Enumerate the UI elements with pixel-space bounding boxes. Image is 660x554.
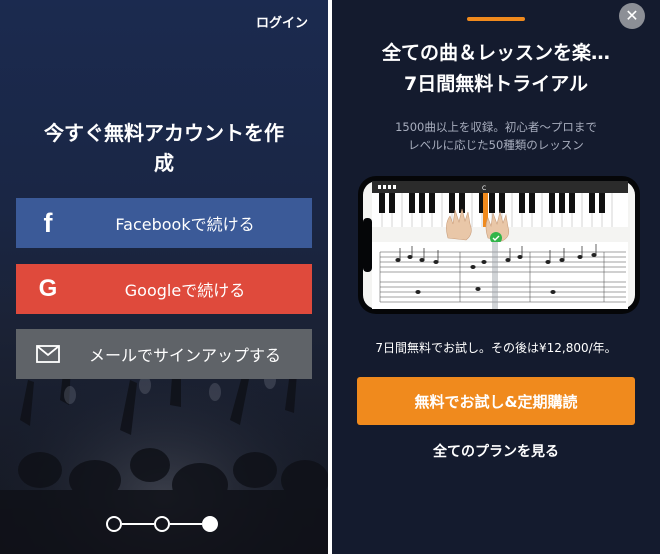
sheet-grabber <box>467 17 525 21</box>
page-dot-2[interactable] <box>154 516 170 532</box>
close-button[interactable]: ✕ <box>619 3 645 29</box>
see-all-plans-link[interactable]: 全てのプランを見る <box>332 441 660 461</box>
google-continue-button[interactable]: G Googleで続ける <box>16 264 312 314</box>
email-button-label: メールでサインアップする <box>88 346 281 365</box>
start-free-trial-button[interactable]: 無料でお試し&定期購読 <box>357 377 635 425</box>
signup-screen: ログイン 今すぐ無料アカウントを作 成 f Facebookで続ける G Goo… <box>0 0 328 554</box>
facebook-continue-button[interactable]: f Facebookで続ける <box>16 198 312 248</box>
mail-icon <box>16 345 80 363</box>
signup-title: 今すぐ無料アカウントを作 成 <box>12 118 316 178</box>
page-dot-1[interactable] <box>106 516 122 532</box>
facebook-icon: f <box>43 207 53 238</box>
page-indicator-connector <box>122 523 154 525</box>
trial-description-line2: レベルに応じた50種類のレッスン <box>408 138 584 152</box>
signup-title-line2: 成 <box>154 151 174 175</box>
page-indicator-connector <box>170 523 202 525</box>
trial-description: 1500曲以上を収録。初心者〜プロまで レベルに応じた50種類のレッスン <box>332 118 660 154</box>
facebook-button-label: Facebookで続ける <box>115 215 255 234</box>
page-dot-3-active[interactable] <box>202 516 218 532</box>
trial-description-line1: 1500曲以上を収録。初心者〜プロまで <box>395 120 597 134</box>
signup-title-line1: 今すぐ無料アカウントを作 <box>44 121 284 145</box>
preview-key-label: C <box>482 185 486 192</box>
trial-title-line1: 全ての曲＆レッスンを楽… <box>381 42 610 64</box>
login-link[interactable]: ログイン <box>256 12 308 31</box>
trial-screen: ✕ 全ての曲＆レッスンを楽… 7日間無料トライアル 1500曲以上を収録。初心者… <box>332 0 660 554</box>
google-icon: G <box>38 275 58 302</box>
trial-title-line2: 7日間無料トライアル <box>403 73 589 95</box>
app-preview-phone: C <box>358 176 640 314</box>
trial-price-note: 7日間無料でお試し。その後は¥12,800/年。 <box>375 341 617 355</box>
google-button-label: Googleで続ける <box>124 281 246 300</box>
email-signup-button[interactable]: メールでサインアップする <box>16 329 312 379</box>
page-indicator <box>106 514 224 534</box>
close-icon: ✕ <box>625 6 639 25</box>
trial-title: 全ての曲＆レッスンを楽… 7日間無料トライアル <box>332 38 660 100</box>
